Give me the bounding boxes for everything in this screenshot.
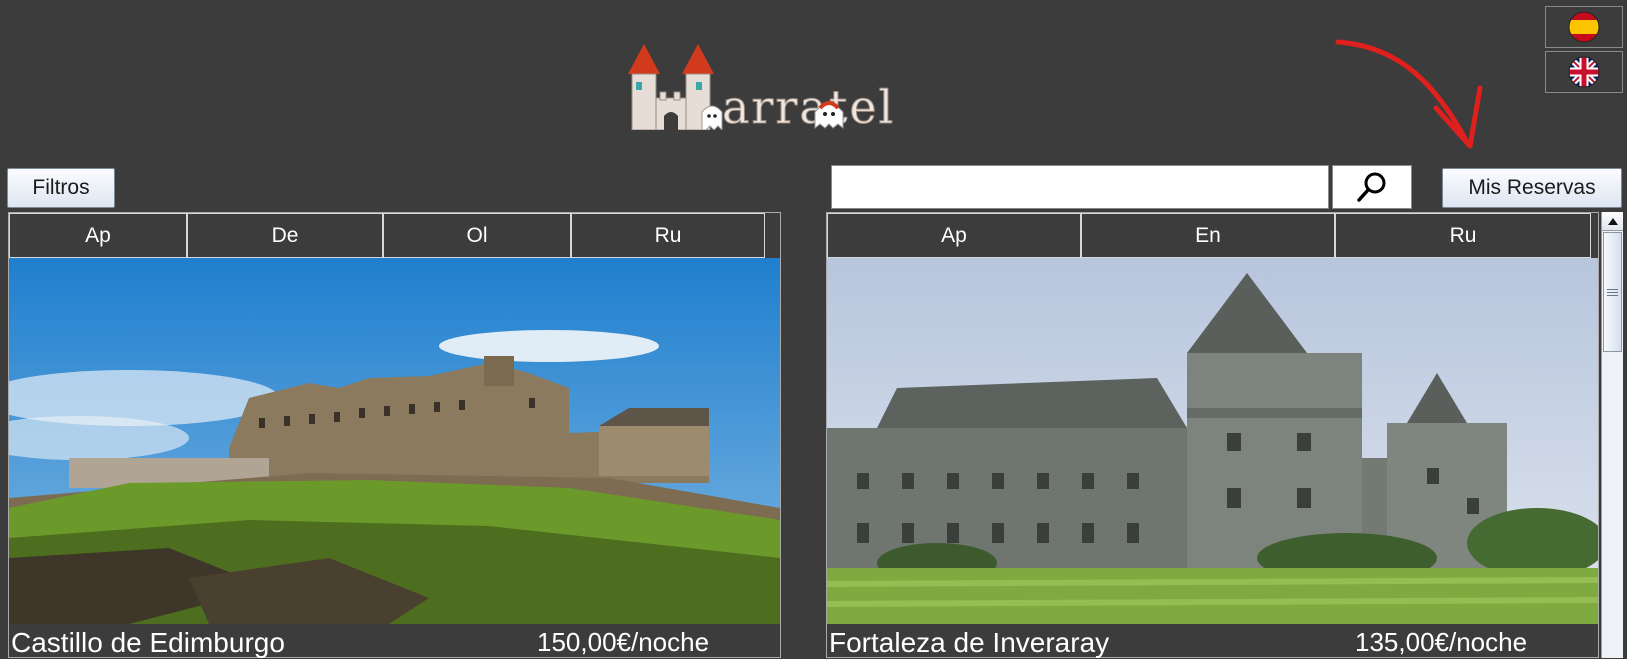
- arrow-up-icon: [1607, 217, 1618, 225]
- uk-flag-icon: [1568, 56, 1600, 88]
- filters-button[interactable]: Filtros: [7, 168, 115, 208]
- search-button[interactable]: [1332, 165, 1412, 209]
- amenity-tag[interactable]: Ru: [571, 213, 765, 258]
- my-reservations-button[interactable]: Mis Reservas: [1442, 168, 1622, 208]
- listing-card[interactable]: Ap En Ru Fortaleza de Inveraray 135,00€/…: [826, 212, 1599, 658]
- listing-card[interactable]: Ap De Ol Ru Castillo de Edimburgo 150,00…: [8, 212, 781, 658]
- amenity-tag[interactable]: Ru: [1335, 213, 1591, 258]
- language-en-button[interactable]: [1545, 51, 1623, 93]
- castle-logo-icon: [628, 44, 723, 130]
- annotation-arrow: [1335, 39, 1483, 149]
- scroll-thumb[interactable]: [1603, 232, 1622, 352]
- app-logo: arratel: [626, 42, 926, 135]
- logo-text: arratel: [721, 80, 896, 135]
- grip-line: [1607, 291, 1618, 293]
- vertical-scrollbar[interactable]: [1601, 212, 1623, 658]
- language-es-button[interactable]: [1545, 6, 1623, 48]
- amenity-tag[interactable]: Ap: [827, 213, 1081, 258]
- grip-line: [1607, 288, 1618, 290]
- castle-photo[interactable]: [827, 258, 1598, 624]
- listing-name: Castillo de Edimburgo: [11, 627, 285, 658]
- castle-photo[interactable]: [9, 258, 780, 624]
- amenity-tags: Ap De Ol Ru: [9, 213, 780, 258]
- listing-price: 135,00€/noche: [1355, 627, 1528, 657]
- grip-line: [1607, 294, 1618, 296]
- amenity-tag[interactable]: Ap: [9, 213, 187, 258]
- search-input[interactable]: [831, 165, 1329, 209]
- amenity-tag[interactable]: Ol: [383, 213, 571, 258]
- spain-flag-icon: [1568, 11, 1600, 43]
- amenity-tags: Ap En Ru: [827, 213, 1598, 258]
- listing-name: Fortaleza de Inveraray: [829, 627, 1110, 658]
- amenity-tag[interactable]: En: [1081, 213, 1335, 258]
- amenity-tag[interactable]: De: [187, 213, 383, 258]
- search-icon: [1357, 172, 1386, 202]
- scroll-up-button[interactable]: [1602, 212, 1623, 231]
- listing-price: 150,00€/noche: [537, 627, 710, 657]
- ghost-icon: [814, 101, 844, 130]
